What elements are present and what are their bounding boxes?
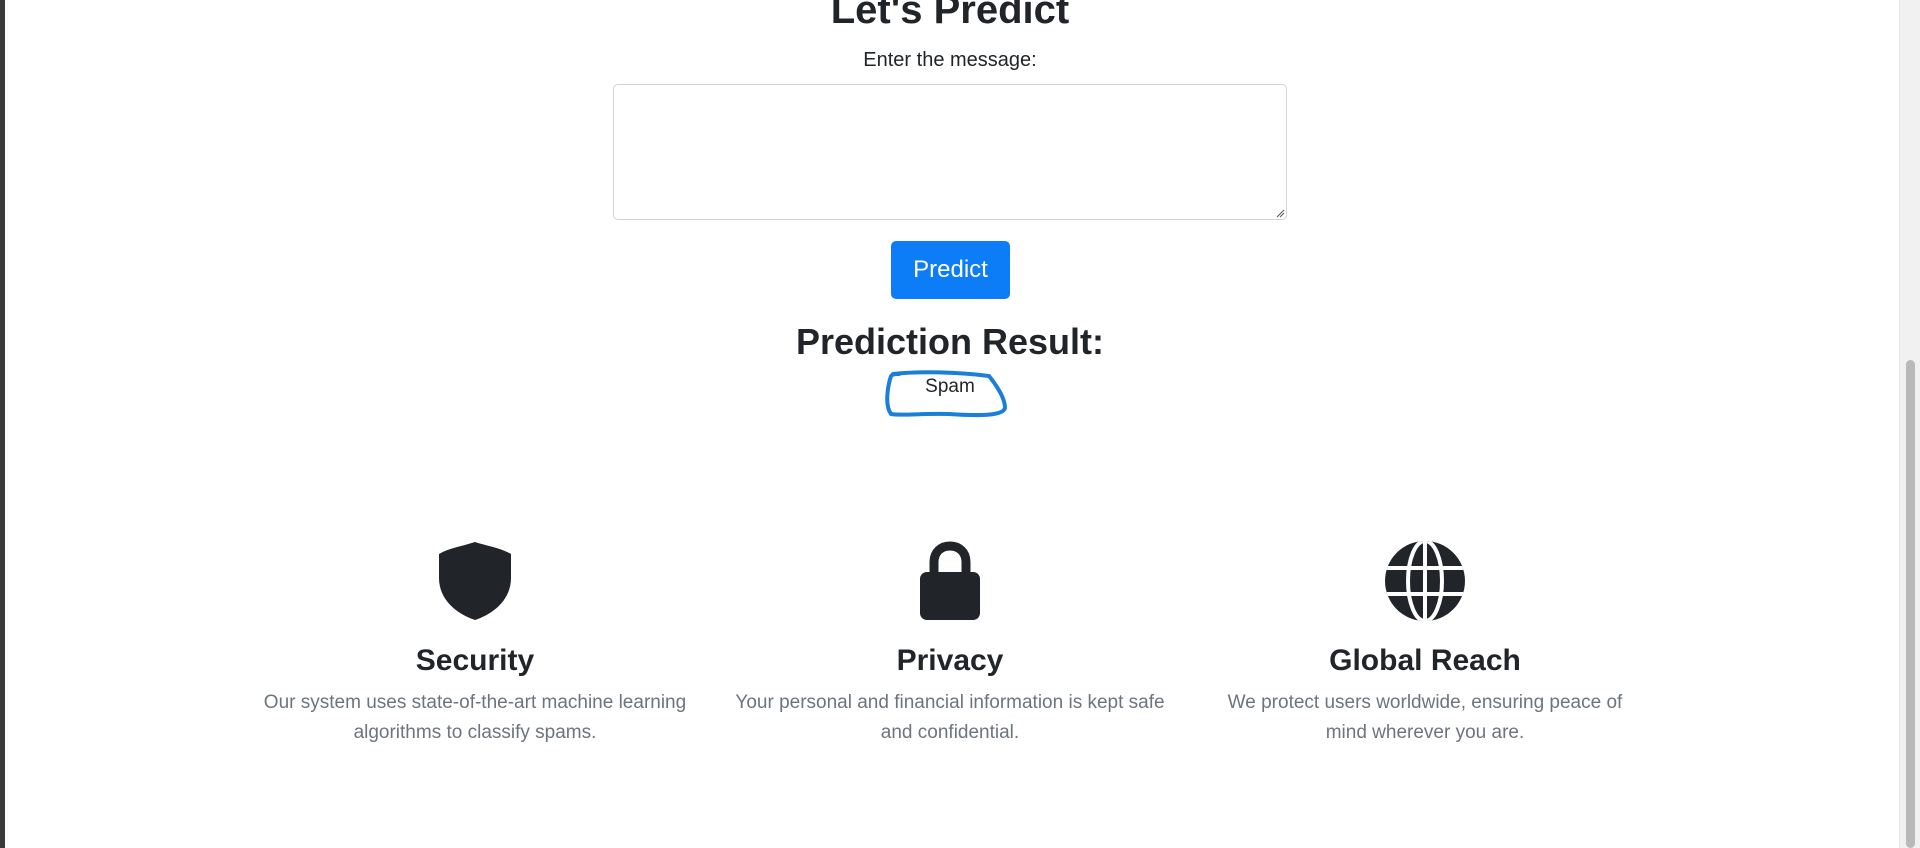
- scrollbar[interactable]: [1899, 0, 1920, 848]
- message-input[interactable]: [613, 84, 1287, 220]
- predict-button[interactable]: Predict: [891, 241, 1010, 299]
- scrollbar-thumb[interactable]: [1906, 360, 1915, 848]
- feature-description: Your personal and financial information …: [735, 692, 1165, 743]
- prediction-result-heading: Prediction Result:: [795, 321, 1105, 362]
- feature-title: Security: [415, 644, 535, 677]
- resize-grip-icon[interactable]: [1275, 208, 1285, 218]
- page-content: Let's Predict Enter the message: Predict…: [5, 0, 1900, 848]
- feature-global-reach: Global Reach We protect users worldwide,…: [1205, 540, 1645, 743]
- feature-title: Privacy: [896, 644, 1004, 677]
- hand-drawn-highlight: [885, 370, 1007, 418]
- feature-title: Global Reach: [1329, 644, 1521, 677]
- message-label: Enter the message:: [863, 49, 1037, 71]
- lock-icon: [920, 541, 980, 620]
- page-title: Let's Predict: [830, 0, 1070, 32]
- shield-icon: [439, 542, 511, 620]
- feature-privacy: Privacy Your personal and financial info…: [730, 540, 1170, 743]
- feature-description: Our system uses state-of-the-art machine…: [263, 692, 687, 743]
- feature-security: Security Our system uses state-of-the-ar…: [255, 540, 695, 743]
- globe-icon: [1385, 541, 1465, 621]
- feature-description: We protect users worldwide, ensuring pea…: [1227, 692, 1623, 743]
